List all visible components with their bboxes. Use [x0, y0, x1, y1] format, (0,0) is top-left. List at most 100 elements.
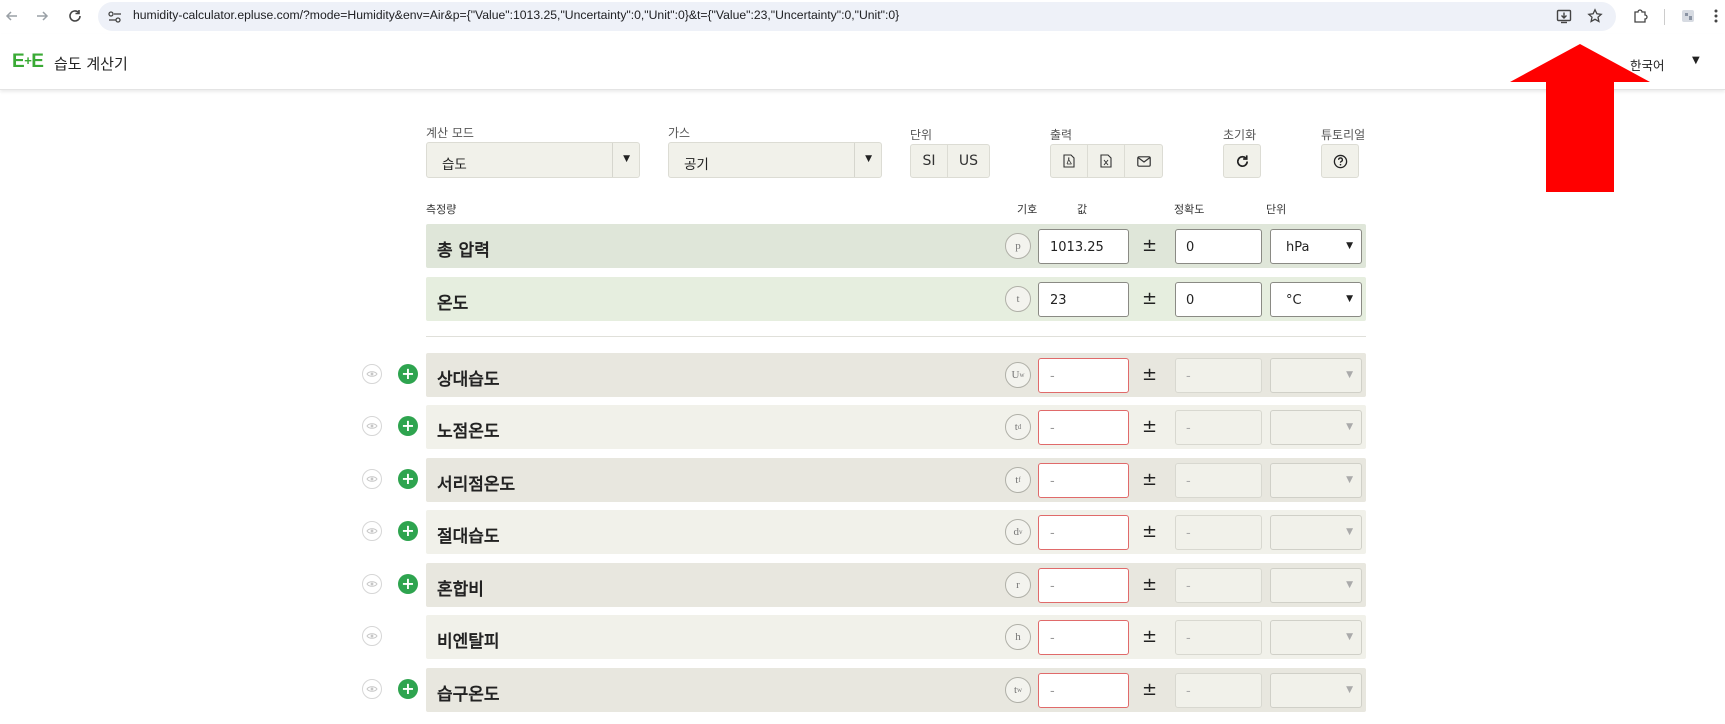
output-label: 출력	[1050, 128, 1073, 142]
visibility-toggle[interactable]	[362, 416, 382, 436]
add-output-button[interactable]: +	[398, 364, 418, 384]
mode-label: 계산 모드	[426, 126, 474, 140]
install-app-button[interactable]	[1553, 5, 1575, 27]
chevron-down-icon: ▼	[623, 154, 630, 164]
gas-value: 공기	[684, 157, 709, 173]
back-button[interactable]	[0, 4, 24, 28]
visibility-toggle[interactable]	[362, 469, 382, 489]
extensions-button[interactable]	[1629, 5, 1651, 27]
url-text[interactable]: humidity-calculator.epluse.com/?mode=Hum…	[133, 8, 899, 22]
value-input[interactable]: -	[1038, 620, 1129, 655]
pdf-file-icon	[1063, 154, 1075, 168]
browser-menu-button[interactable]	[1709, 5, 1723, 27]
value-input[interactable]: -	[1038, 673, 1129, 708]
bookmark-button[interactable]	[1584, 5, 1606, 27]
symbol-badge: Uw	[1005, 362, 1031, 388]
symbol-text: U	[1011, 369, 1020, 381]
email-button[interactable]	[1125, 145, 1162, 177]
symbol-subscript: w	[1017, 686, 1023, 694]
add-output-button[interactable]: +	[398, 469, 418, 489]
unit-select[interactable]: ▼	[1270, 515, 1362, 550]
app-title: 습도 계산기	[54, 55, 128, 73]
output-row: 상대습도 Uw - ± - ▼	[426, 353, 1366, 397]
symbol-badge: h	[1005, 624, 1031, 650]
visibility-toggle[interactable]	[362, 364, 382, 384]
unit-select[interactable]: ▼	[1270, 410, 1362, 445]
epluse-logo[interactable]: E+E	[12, 51, 44, 73]
visibility-toggle[interactable]	[362, 574, 382, 594]
symbol-text: p	[1015, 240, 1021, 252]
visibility-toggle[interactable]	[362, 521, 382, 541]
output-row: 비엔탈피 h - ± - ▼	[426, 615, 1366, 659]
reset-button[interactable]	[1223, 144, 1261, 178]
select-divider	[854, 143, 855, 177]
tutorial-button[interactable]	[1321, 144, 1359, 178]
unit-select[interactable]: ▼	[1270, 358, 1362, 393]
unit-select[interactable]: ▼	[1270, 568, 1362, 603]
add-output-button[interactable]: +	[398, 521, 418, 541]
output-row: 혼합비 r - ± - ▼	[426, 563, 1366, 607]
output-row: 노점온도 t d - ± - ▼	[426, 405, 1366, 449]
reload-icon	[69, 10, 81, 22]
export-excel-button[interactable]	[1088, 145, 1125, 177]
chevron-down-icon: ▼	[1346, 294, 1353, 304]
input-row-pressure: 총 압력 p 1013.25 ± 0 hPa ▼	[426, 224, 1366, 268]
tutorial-label: 튜토리얼	[1321, 128, 1366, 142]
eye-icon	[366, 371, 378, 377]
value-input[interactable]: 1013.25	[1038, 229, 1129, 264]
value-input[interactable]: 23	[1038, 282, 1129, 317]
unit-select[interactable]: hPa ▼	[1270, 229, 1362, 264]
unit-select[interactable]: ▼	[1270, 673, 1362, 708]
symbol-badge: t	[1005, 286, 1031, 312]
gas-select[interactable]: 공기 ▼	[668, 142, 882, 178]
symbol-badge: tf	[1005, 467, 1031, 493]
plus-minus-sign: ±	[1142, 679, 1158, 700]
unit-select[interactable]: °C ▼	[1270, 282, 1362, 317]
section-divider	[426, 336, 1366, 337]
reload-button[interactable]	[63, 4, 87, 28]
value-input[interactable]: -	[1038, 515, 1129, 550]
unit-si-button[interactable]: SI	[911, 145, 948, 177]
add-output-button[interactable]: +	[398, 416, 418, 436]
chevron-down-icon[interactable]: ▼	[1692, 55, 1700, 66]
unit-us-button[interactable]: US	[948, 145, 989, 177]
excel-file-icon	[1100, 154, 1112, 168]
uncertainty-input[interactable]: 0	[1175, 282, 1262, 317]
chevron-down-icon: ▼	[1346, 685, 1353, 695]
uncertainty-input[interactable]: 0	[1175, 229, 1262, 264]
eye-icon	[366, 633, 378, 639]
header-symbol: 기호	[1017, 203, 1038, 216]
value-input[interactable]: -	[1038, 463, 1129, 498]
value-input[interactable]: -	[1038, 358, 1129, 393]
toolbar-divider	[1664, 9, 1665, 25]
plus-minus-sign: ±	[1142, 235, 1158, 256]
export-pdf-button[interactable]	[1051, 145, 1088, 177]
unit-system-toggle: SI US	[910, 144, 990, 178]
add-output-button[interactable]: +	[398, 679, 418, 699]
uncertainty-input: -	[1175, 673, 1262, 708]
mode-select[interactable]: 습도 ▼	[426, 142, 640, 178]
unit-select[interactable]: ▼	[1270, 620, 1362, 655]
visibility-toggle[interactable]	[362, 626, 382, 646]
envelope-icon	[1136, 155, 1151, 167]
unit-select[interactable]: ▼	[1270, 463, 1362, 498]
add-output-button[interactable]: +	[398, 574, 418, 594]
row-label: 습구온도	[437, 685, 500, 705]
symbol-badge: td	[1005, 414, 1031, 440]
uncertainty-input: -	[1175, 410, 1262, 445]
plus-minus-sign: ±	[1142, 574, 1158, 595]
output-row: 절대습도 d v - ± - ▼	[426, 510, 1366, 554]
row-label: 총 압력	[437, 241, 490, 261]
forward-button[interactable]	[30, 4, 54, 28]
uncertainty-input: -	[1175, 358, 1262, 393]
value-input[interactable]: -	[1038, 568, 1129, 603]
visibility-toggle[interactable]	[362, 679, 382, 699]
header-accuracy: 정확도	[1174, 203, 1205, 216]
site-settings-icon[interactable]	[107, 9, 123, 25]
star-icon	[1587, 8, 1603, 23]
profile-button[interactable]	[1677, 5, 1699, 27]
plus-minus-sign: ±	[1142, 364, 1158, 385]
more-vert-icon	[1714, 9, 1718, 23]
value-input[interactable]: -	[1038, 410, 1129, 445]
select-divider	[612, 143, 613, 177]
